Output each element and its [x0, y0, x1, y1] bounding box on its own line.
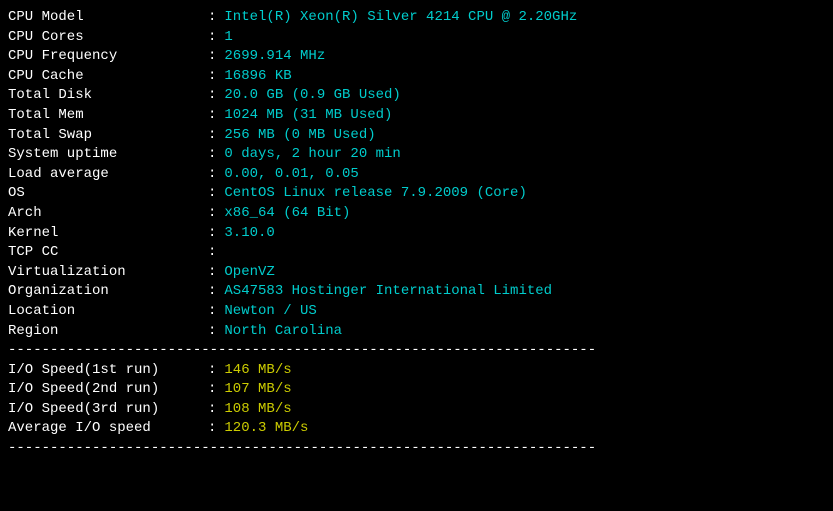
- cpu-cache-row: CPU Cache : 16896 KB: [8, 67, 825, 87]
- total-disk-row: Total Disk : 20.0 GB (0.9 GB Used): [8, 86, 825, 106]
- colon: :: [208, 400, 216, 420]
- colon: :: [208, 243, 216, 263]
- org-label: Organization: [8, 282, 208, 302]
- total-disk-value: 20.0 GB (0.9 GB Used): [224, 86, 400, 106]
- cpu-freq-row: CPU Frequency : 2699.914 MHz: [8, 47, 825, 67]
- arch-row: Arch : x86_64 (64 Bit): [8, 204, 825, 224]
- colon: :: [208, 361, 216, 381]
- cpu-freq-value: 2699.914 MHz: [224, 47, 325, 67]
- colon: :: [208, 302, 216, 322]
- colon: :: [208, 106, 216, 126]
- total-swap-row: Total Swap : 256 MB (0 MB Used): [8, 126, 825, 146]
- colon: :: [208, 126, 216, 146]
- arch-label: Arch: [8, 204, 208, 224]
- colon: :: [208, 224, 216, 244]
- org-row: Organization : AS47583 Hostinger Interna…: [8, 282, 825, 302]
- io-run3-label: I/O Speed(3rd run): [8, 400, 208, 420]
- io-run1-row: I/O Speed(1st run) : 146 MB/s: [8, 361, 825, 381]
- os-row: OS : CentOS Linux release 7.9.2009 (Core…: [8, 184, 825, 204]
- region-value: North Carolina: [224, 322, 342, 342]
- virt-row: Virtualization : OpenVZ: [8, 263, 825, 283]
- io-avg-label: Average I/O speed: [8, 419, 208, 439]
- arch-value: x86_64 (64 Bit): [224, 204, 350, 224]
- divider-bottom: ----------------------------------------…: [8, 439, 825, 459]
- uptime-value: 0 days, 2 hour 20 min: [224, 145, 400, 165]
- colon: :: [208, 184, 216, 204]
- kernel-value: 3.10.0: [224, 224, 274, 244]
- io-run1-value: 146 MB/s: [224, 361, 291, 381]
- virt-value: OpenVZ: [224, 263, 274, 283]
- region-label: Region: [8, 322, 208, 342]
- total-swap-value: 256 MB (0 MB Used): [224, 126, 375, 146]
- kernel-label: Kernel: [8, 224, 208, 244]
- org-value: AS47583 Hostinger International Limited: [224, 282, 552, 302]
- colon: :: [208, 67, 216, 87]
- io-run3-row: I/O Speed(3rd run) : 108 MB/s: [8, 400, 825, 420]
- total-disk-label: Total Disk: [8, 86, 208, 106]
- total-swap-label: Total Swap: [8, 126, 208, 146]
- virt-label: Virtualization: [8, 263, 208, 283]
- os-value: CentOS Linux release 7.9.2009 (Core): [224, 184, 526, 204]
- uptime-label: System uptime: [8, 145, 208, 165]
- loc-value: Newton / US: [224, 302, 316, 322]
- io-run1-label: I/O Speed(1st run): [8, 361, 208, 381]
- cpu-cache-value: 16896 KB: [224, 67, 291, 87]
- io-run2-row: I/O Speed(2nd run) : 107 MB/s: [8, 380, 825, 400]
- colon: :: [208, 165, 216, 185]
- cpu-cores-label: CPU Cores: [8, 28, 208, 48]
- colon: :: [208, 86, 216, 106]
- cpu-cores-value: 1: [224, 28, 232, 48]
- cpu-model-label: CPU Model: [8, 8, 208, 28]
- cpu-model-row: CPU Model : Intel(R) Xeon(R) Silver 4214…: [8, 8, 825, 28]
- colon: :: [208, 145, 216, 165]
- loc-row: Location : Newton / US: [8, 302, 825, 322]
- colon: :: [208, 28, 216, 48]
- colon: :: [208, 204, 216, 224]
- io-run3-value: 108 MB/s: [224, 400, 291, 420]
- colon: :: [208, 8, 216, 28]
- cpu-cache-label: CPU Cache: [8, 67, 208, 87]
- load-label: Load average: [8, 165, 208, 185]
- os-label: OS: [8, 184, 208, 204]
- tcp-cc-row: TCP CC :: [8, 243, 825, 263]
- io-run2-value: 107 MB/s: [224, 380, 291, 400]
- kernel-row: Kernel : 3.10.0: [8, 224, 825, 244]
- io-avg-row: Average I/O speed : 120.3 MB/s: [8, 419, 825, 439]
- colon: :: [208, 263, 216, 283]
- load-row: Load average : 0.00, 0.01, 0.05: [8, 165, 825, 185]
- colon: :: [208, 322, 216, 342]
- tcp-cc-label: TCP CC: [8, 243, 208, 263]
- colon: :: [208, 380, 216, 400]
- divider-top: ----------------------------------------…: [8, 341, 825, 361]
- total-mem-value: 1024 MB (31 MB Used): [224, 106, 392, 126]
- loc-label: Location: [8, 302, 208, 322]
- colon: :: [208, 47, 216, 67]
- colon: :: [208, 419, 216, 439]
- total-mem-row: Total Mem : 1024 MB (31 MB Used): [8, 106, 825, 126]
- cpu-model-value: Intel(R) Xeon(R) Silver 4214 CPU @ 2.20G…: [224, 8, 577, 28]
- io-avg-value: 120.3 MB/s: [224, 419, 308, 439]
- cpu-freq-label: CPU Frequency: [8, 47, 208, 67]
- colon: :: [208, 282, 216, 302]
- load-value: 0.00, 0.01, 0.05: [224, 165, 358, 185]
- io-run2-label: I/O Speed(2nd run): [8, 380, 208, 400]
- cpu-cores-row: CPU Cores : 1: [8, 28, 825, 48]
- total-mem-label: Total Mem: [8, 106, 208, 126]
- uptime-row: System uptime : 0 days, 2 hour 20 min: [8, 145, 825, 165]
- region-row: Region : North Carolina: [8, 322, 825, 342]
